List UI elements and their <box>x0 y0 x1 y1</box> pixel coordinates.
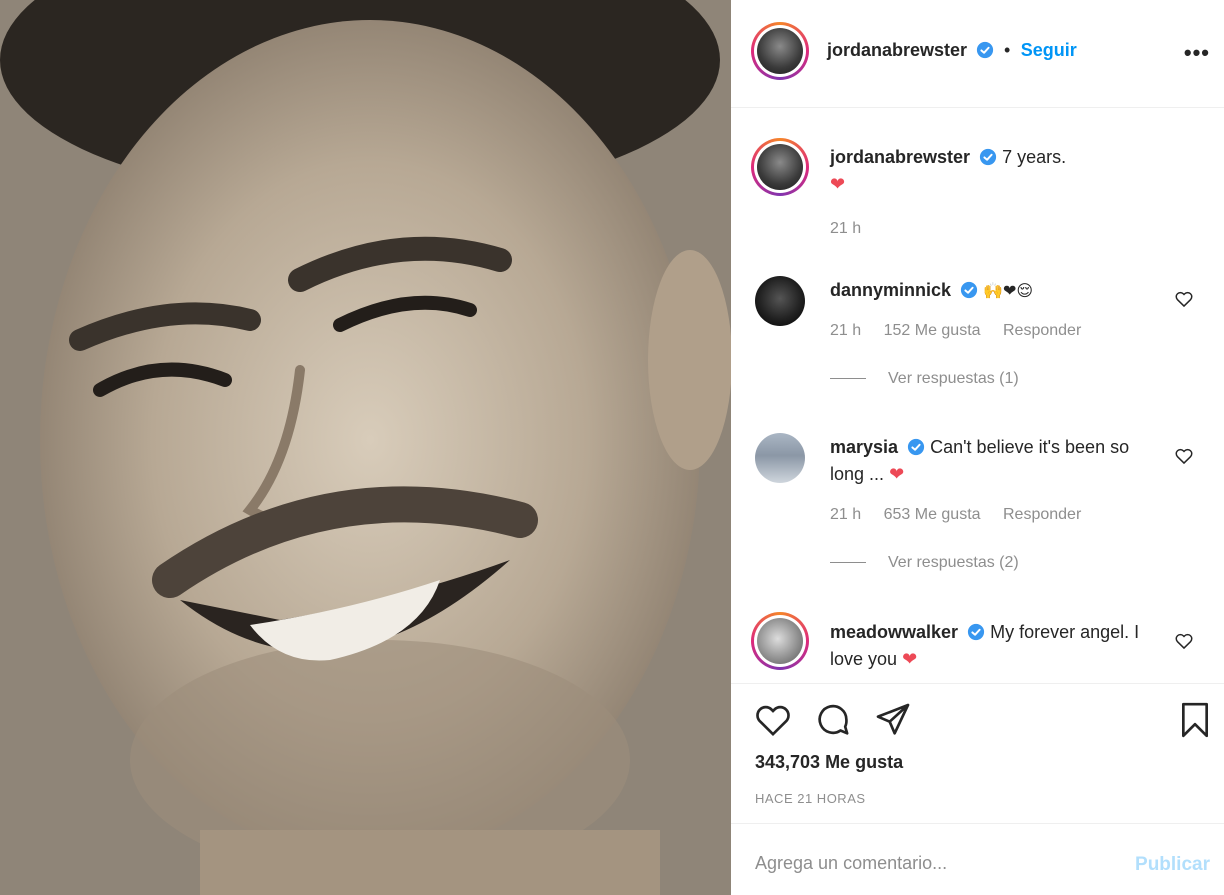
post-actions: 343,703 Me gusta HACE 21 HORAS <box>731 683 1224 823</box>
comment-emoji: 🙌❤😌 <box>983 281 1034 300</box>
comment-icon[interactable] <box>813 700 853 740</box>
verified-icon <box>976 41 993 59</box>
publish-button[interactable]: Publicar <box>1135 854 1210 876</box>
more-icon[interactable]: ••• <box>1184 40 1210 66</box>
share-icon[interactable] <box>873 700 913 740</box>
post-header: jordanabrewster • Seguir ••• <box>731 0 1224 108</box>
heart-icon[interactable] <box>1174 631 1194 651</box>
like-heart-icon[interactable] <box>753 700 793 740</box>
likes-count[interactable]: 343,703 Me gusta <box>755 752 903 773</box>
comment-emoji: ❤ <box>902 649 918 670</box>
post-panel: jordanabrewster • Seguir ••• jordanabrew… <box>731 0 1224 895</box>
view-replies-label: Ver respuestas (2) <box>888 554 1019 571</box>
view-replies[interactable]: Ver respuestas (1) <box>830 370 1160 388</box>
heart-icon[interactable] <box>1174 446 1194 466</box>
comment-time[interactable]: 21 h <box>830 506 861 523</box>
comment: meadowwalker My forever angel. I love yo… <box>830 619 1160 673</box>
heart-icon[interactable] <box>1174 289 1194 309</box>
caption-text: 7 years. <box>1002 147 1067 167</box>
verified-icon <box>979 148 997 166</box>
comment: marysia Can't believe it's been so long … <box>830 434 1160 572</box>
comment-username[interactable]: marysia <box>830 437 898 457</box>
caption-avatar[interactable] <box>751 138 809 196</box>
commenter-avatar[interactable] <box>755 276 805 326</box>
verified-icon <box>960 281 978 299</box>
comment-username[interactable]: meadowwalker <box>830 622 958 642</box>
comment: dannyminnick 🙌❤😌 21 h 152 Me gusta Respo… <box>830 277 1160 388</box>
post-photo[interactable] <box>0 0 731 895</box>
comment-likes[interactable]: 152 Me gusta <box>884 322 981 339</box>
commenter-avatar[interactable] <box>755 433 805 483</box>
caption-emoji: ❤ <box>830 174 846 195</box>
comment-likes[interactable]: 653 Me gusta <box>884 506 981 523</box>
verified-icon <box>967 623 985 641</box>
commenter-avatar[interactable] <box>751 612 809 670</box>
bookmark-icon[interactable] <box>1175 700 1215 740</box>
view-replies-label: Ver respuestas (1) <box>888 370 1019 387</box>
comment-composer: Publicar <box>731 823 1224 895</box>
reply-button[interactable]: Responder <box>1003 322 1081 339</box>
author-username[interactable]: jordanabrewster <box>827 40 967 60</box>
view-replies[interactable]: Ver respuestas (2) <box>830 554 1160 572</box>
author-line: jordanabrewster • Seguir <box>827 40 1077 61</box>
comment-emoji: ❤ <box>889 464 905 485</box>
caption-username[interactable]: jordanabrewster <box>830 147 970 167</box>
comment-time[interactable]: 21 h <box>830 322 861 339</box>
post-timestamp[interactable]: HACE 21 HORAS <box>755 791 866 806</box>
follow-button[interactable]: Seguir <box>1021 40 1077 60</box>
caption-time[interactable]: 21 h <box>830 220 861 237</box>
separator-dot: • <box>1003 40 1011 60</box>
verified-icon <box>907 438 925 456</box>
author-avatar[interactable] <box>751 22 809 80</box>
reply-button[interactable]: Responder <box>1003 506 1081 523</box>
caption: jordanabrewster 7 years. ❤ 21 h <box>830 144 1190 238</box>
comment-input[interactable] <box>755 848 1115 878</box>
comment-username[interactable]: dannyminnick <box>830 280 951 300</box>
portrait-image <box>0 0 731 895</box>
